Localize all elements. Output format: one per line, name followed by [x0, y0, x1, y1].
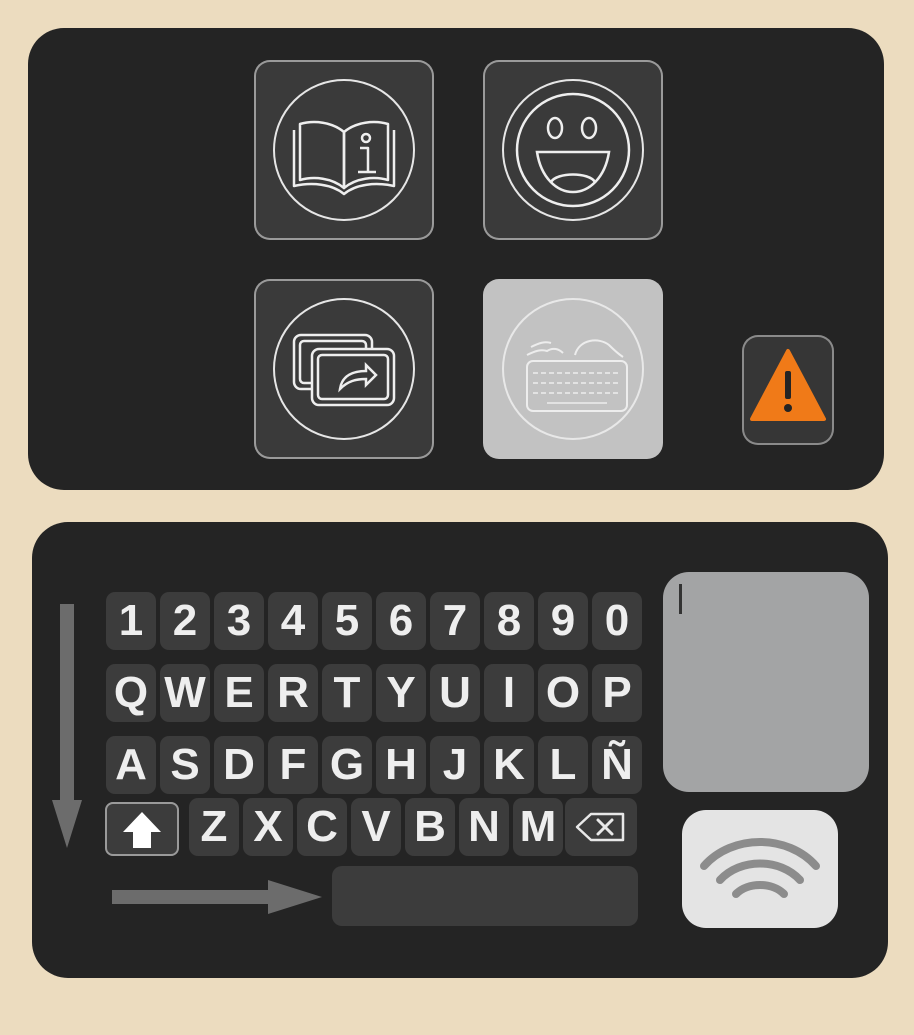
- key-h[interactable]: H: [376, 736, 426, 794]
- key-k[interactable]: K: [484, 736, 534, 794]
- smiley-face-icon: [515, 92, 631, 208]
- alert-button[interactable]: [742, 335, 834, 445]
- key-q[interactable]: Q: [106, 664, 156, 722]
- key-3[interactable]: 3: [214, 592, 264, 650]
- key-n[interactable]: N: [459, 798, 509, 856]
- key-e[interactable]: E: [214, 664, 264, 722]
- key-u[interactable]: U: [430, 664, 480, 722]
- contactless-button[interactable]: [682, 810, 838, 928]
- key-4[interactable]: 4: [268, 592, 318, 650]
- key-z[interactable]: Z: [189, 798, 239, 856]
- book-info-icon: [292, 120, 396, 196]
- emoji-button[interactable]: [483, 60, 663, 240]
- key-r[interactable]: R: [268, 664, 318, 722]
- backspace-icon: [575, 812, 625, 842]
- key-d[interactable]: D: [214, 736, 264, 794]
- shift-arrow-icon: [123, 812, 161, 848]
- key-2[interactable]: 2: [160, 592, 210, 650]
- key-o[interactable]: O: [538, 664, 588, 722]
- key-b[interactable]: B: [405, 798, 455, 856]
- key-a[interactable]: A: [106, 736, 156, 794]
- keyboard-icon: [526, 339, 628, 412]
- key-i[interactable]: I: [484, 664, 534, 722]
- warning-triangle-icon: [750, 349, 826, 421]
- manual-button[interactable]: [254, 60, 434, 240]
- key-v[interactable]: V: [351, 798, 401, 856]
- screen-share-icon: [292, 333, 396, 407]
- key-f[interactable]: F: [268, 736, 318, 794]
- key-6[interactable]: 6: [376, 592, 426, 650]
- key-0[interactable]: 0: [592, 592, 642, 650]
- key-ñ[interactable]: Ñ: [592, 736, 642, 794]
- key-g[interactable]: G: [322, 736, 372, 794]
- backspace-key[interactable]: [565, 798, 637, 856]
- key-w[interactable]: W: [160, 664, 210, 722]
- screen-share-button[interactable]: [254, 279, 434, 459]
- key-7[interactable]: 7: [430, 592, 480, 650]
- key-9[interactable]: 9: [538, 592, 588, 650]
- row-scan-arrow-icon: [52, 604, 82, 848]
- key-m[interactable]: M: [513, 798, 563, 856]
- text-display[interactable]: [663, 572, 869, 792]
- key-l[interactable]: L: [538, 736, 588, 794]
- keyboard-mode-button[interactable]: [483, 279, 663, 459]
- contactless-waves-icon: [700, 838, 820, 898]
- column-scan-arrow-icon: [112, 880, 322, 914]
- key-1[interactable]: 1: [106, 592, 156, 650]
- key-x[interactable]: X: [243, 798, 293, 856]
- key-5[interactable]: 5: [322, 592, 372, 650]
- keyboard-panel: 1234567890 QWERTYUIOP ASDFGHJKLÑ ZXCVBNM: [32, 522, 888, 978]
- key-y[interactable]: Y: [376, 664, 426, 722]
- key-8[interactable]: 8: [484, 592, 534, 650]
- mode-panel: [28, 28, 884, 490]
- text-caret: [679, 584, 682, 614]
- space-bar[interactable]: [332, 866, 638, 926]
- key-t[interactable]: T: [322, 664, 372, 722]
- key-j[interactable]: J: [430, 736, 480, 794]
- shift-key[interactable]: [105, 802, 179, 856]
- key-s[interactable]: S: [160, 736, 210, 794]
- key-p[interactable]: P: [592, 664, 642, 722]
- key-c[interactable]: C: [297, 798, 347, 856]
